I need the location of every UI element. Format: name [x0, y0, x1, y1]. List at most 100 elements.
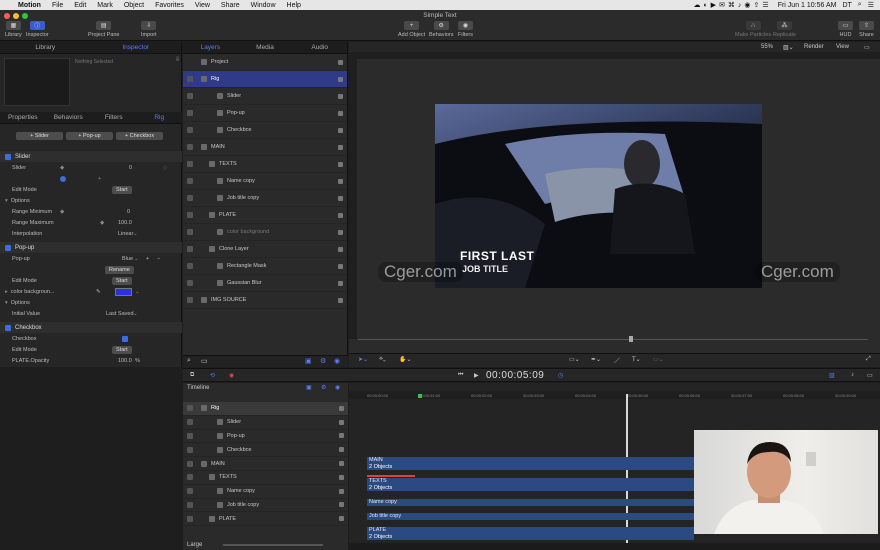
- initial-value-select[interactable]: Last Saved: [106, 311, 134, 317]
- layer-visibility-checkbox[interactable]: [187, 432, 193, 439]
- search-icon[interactable]: ⌕: [187, 357, 191, 365]
- layer-row[interactable]: IMG SOURCE: [183, 292, 347, 309]
- import-button[interactable]: ⇩ Import: [141, 21, 157, 38]
- timeline-track-bar[interactable]: Name copy: [367, 499, 694, 506]
- interpolation-select[interactable]: Linear: [118, 231, 133, 237]
- lock-icon[interactable]: [338, 93, 343, 99]
- show-timeline-icon[interactable]: ▥: [829, 372, 835, 379]
- zoom-level[interactable]: 55%: [761, 44, 773, 50]
- timeline-scrollbar[interactable]: [349, 543, 880, 550]
- layer-visibility-checkbox[interactable]: [187, 297, 193, 303]
- filter-icon[interactable]: ◉: [334, 357, 340, 365]
- menu-object[interactable]: Object: [124, 2, 144, 9]
- layer-row[interactable]: Name copy: [183, 173, 347, 190]
- lock-icon[interactable]: [339, 405, 344, 411]
- layer-row[interactable]: color background: [183, 224, 347, 241]
- checkbox-start-button[interactable]: Start: [112, 345, 132, 354]
- tab-behaviors[interactable]: Behaviors: [46, 112, 92, 123]
- text-tool-icon[interactable]: T⌄: [632, 356, 641, 363]
- timeline-track-bar[interactable]: PLATE 2 Objects: [367, 527, 694, 540]
- lock-icon[interactable]: [339, 433, 344, 439]
- popup-value[interactable]: Blue: [122, 256, 133, 262]
- layer-row[interactable]: Rectangle Mask: [183, 258, 347, 275]
- layer-visibility-checkbox[interactable]: [187, 263, 193, 269]
- layer-row[interactable]: Job title copy: [183, 190, 347, 207]
- lock-icon[interactable]: [338, 161, 343, 167]
- timeline-track-bar[interactable]: TEXTS 2 Objects: [367, 478, 694, 491]
- library-button[interactable]: ▦ Library: [5, 21, 22, 38]
- popup-options-row[interactable]: ▾ Options: [0, 297, 182, 308]
- lock-icon[interactable]: [338, 127, 343, 133]
- layer-visibility-checkbox[interactable]: [187, 110, 193, 116]
- layer-row[interactable]: PLATE: [183, 207, 347, 224]
- color-channels-icon[interactable]: ▨⌄: [783, 44, 794, 51]
- layer-visibility-checkbox[interactable]: [187, 474, 193, 481]
- filters-button[interactable]: ◉ Filters: [458, 21, 473, 38]
- popup-start-button[interactable]: Start: [112, 276, 132, 285]
- size-label[interactable]: Large: [187, 542, 202, 548]
- layer-visibility-checkbox[interactable]: [187, 195, 193, 201]
- timeline-layer-row[interactable]: Slider: [183, 416, 348, 430]
- mask-tool-icon[interactable]: ▭⌄: [653, 356, 664, 363]
- eyedropper-icon[interactable]: ✎: [96, 289, 101, 295]
- timeline-layer-row[interactable]: Name copy: [183, 485, 348, 499]
- lock-icon[interactable]: [338, 229, 343, 235]
- layer-row[interactable]: TEXTS: [183, 156, 347, 173]
- audio-icon[interactable]: ♪: [851, 372, 854, 378]
- slider-enable-checkbox[interactable]: [5, 153, 11, 160]
- list-icon[interactable]: ☰: [868, 1, 874, 9]
- layer-row[interactable]: MAIN: [183, 139, 347, 156]
- canvas-video[interactable]: FIRST LAST JOB TITLE: [435, 104, 762, 288]
- timeline-track-bar[interactable]: Job title copy: [367, 513, 694, 520]
- popup-header[interactable]: Pop-up: [0, 242, 182, 253]
- layer-visibility-checkbox[interactable]: [187, 280, 193, 286]
- add-slider-button[interactable]: + Slider: [16, 132, 63, 140]
- layer-visibility-checkbox[interactable]: [187, 178, 193, 184]
- mini-playhead[interactable]: [629, 336, 633, 342]
- lock-icon[interactable]: [339, 502, 344, 508]
- lock-icon[interactable]: [339, 474, 344, 480]
- hud-button[interactable]: ▭ HUD: [838, 21, 853, 38]
- lock-icon[interactable]: [338, 144, 343, 150]
- timeline-layer-row[interactable]: Job title copy: [183, 499, 348, 513]
- render-menu[interactable]: Render: [804, 44, 824, 50]
- checkbox-value-checkbox[interactable]: [122, 335, 128, 342]
- layer-row[interactable]: Rig: [183, 71, 347, 88]
- layer-visibility-checkbox[interactable]: [187, 515, 193, 522]
- menu-favorites[interactable]: Favorites: [155, 2, 184, 9]
- lock-icon[interactable]: [338, 110, 343, 116]
- tab-media[interactable]: Media: [238, 42, 293, 53]
- timecode[interactable]: 00:00:05:09: [486, 370, 544, 381]
- layer-visibility-checkbox[interactable]: [187, 460, 193, 467]
- paint-tool-icon[interactable]: ／: [614, 356, 620, 365]
- user-name[interactable]: DT: [842, 2, 851, 9]
- tab-properties[interactable]: Properties: [0, 112, 46, 123]
- menu-share[interactable]: Share: [221, 2, 240, 9]
- timeline-layer-row[interactable]: Pop-up: [183, 430, 348, 444]
- lock-icon[interactable]: [338, 178, 343, 184]
- status-icons[interactable]: ☁◐▶✉⌘♪◉⇪☰: [693, 1, 771, 9]
- range-max-value[interactable]: 100.0: [118, 220, 132, 226]
- make-particles-button[interactable]: ∴ Make Particles: [735, 21, 771, 38]
- view-menu[interactable]: View: [836, 44, 849, 50]
- timeline-layer-row[interactable]: Rig: [183, 402, 348, 416]
- remove-item-icon[interactable]: −: [157, 256, 160, 262]
- play-icon[interactable]: ▶: [474, 372, 479, 379]
- add-group-icon[interactable]: ▣: [305, 357, 312, 365]
- plate-opacity-value[interactable]: 100.0: [118, 358, 132, 364]
- add-item-icon[interactable]: +: [146, 256, 149, 262]
- tab-audio[interactable]: Audio: [292, 42, 347, 53]
- download-icon[interactable]: ⇩: [175, 56, 180, 63]
- layer-visibility-checkbox[interactable]: [187, 419, 193, 426]
- inspector-button[interactable]: ⓘ Inspector: [26, 21, 49, 38]
- slider-value[interactable]: 0: [129, 165, 132, 171]
- timeline-track-bar[interactable]: MAIN 2 Objects: [367, 457, 694, 470]
- layer-visibility-checkbox[interactable]: [187, 161, 193, 167]
- in-point-marker[interactable]: [418, 394, 422, 398]
- rename-button[interactable]: Rename: [105, 265, 134, 274]
- size-slider[interactable]: [223, 544, 323, 546]
- lock-icon[interactable]: [339, 461, 344, 467]
- timeline-layer-row[interactable]: Checkbox: [183, 443, 348, 458]
- layer-visibility-checkbox[interactable]: [187, 76, 193, 82]
- title-text[interactable]: FIRST LAST: [460, 249, 534, 263]
